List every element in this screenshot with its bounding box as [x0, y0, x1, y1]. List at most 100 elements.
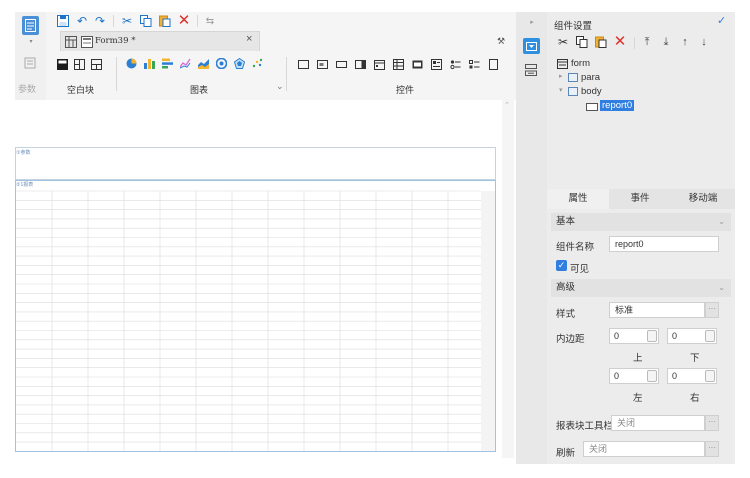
para-block-tag: ①参数: [16, 150, 31, 156]
hbar-chart-icon[interactable]: [161, 57, 174, 70]
name-input[interactable]: report0: [609, 236, 719, 252]
stepper-icon[interactable]: [705, 330, 715, 342]
param-label: 参数: [18, 84, 37, 94]
tree-form[interactable]: form: [556, 57, 636, 71]
copy-icon[interactable]: [139, 14, 153, 28]
visible-checkbox[interactable]: ✓: [556, 260, 567, 271]
paste-icon[interactable]: [594, 35, 608, 49]
widget-tree-icon[interactable]: [430, 58, 443, 70]
tree-body-label: body: [581, 86, 602, 97]
chevron-right-icon[interactable]: ▸: [527, 17, 537, 27]
padding-left-input[interactable]: 0: [609, 368, 659, 384]
area-chart-icon[interactable]: [197, 57, 210, 70]
refresh-input[interactable]: 关闭: [583, 441, 705, 457]
wrench-icon[interactable]: ⚒: [494, 34, 508, 48]
grid-layout-icon: [64, 35, 77, 48]
report-grid[interactable]: [16, 181, 495, 451]
visible-label: 可见: [570, 264, 590, 275]
padding-bottom-input[interactable]: 0: [667, 328, 717, 344]
report-toolbar-more-button[interactable]: ···: [705, 415, 719, 431]
redo-icon[interactable]: ↷: [93, 14, 107, 28]
template-icon[interactable]: [524, 63, 538, 77]
widget-combo-icon[interactable]: [354, 58, 367, 70]
expand-arrow-icon[interactable]: ▸: [559, 72, 563, 80]
tab-mobile[interactable]: 移动端: [671, 189, 735, 209]
top-label: 上: [633, 353, 643, 364]
section-advanced[interactable]: 高级 ⌄: [551, 279, 731, 297]
report-toolbar-label: 报表块工具栏: [556, 421, 614, 432]
form-node-icon: [556, 58, 568, 69]
blank-block-icon-2[interactable]: [73, 58, 86, 70]
widget-checkbox-icon[interactable]: [468, 58, 481, 70]
save-icon[interactable]: [56, 14, 70, 28]
transfer-icon[interactable]: ⇆: [203, 14, 217, 28]
tab-properties[interactable]: 属性: [547, 189, 609, 209]
padding-left-value: 0: [614, 371, 620, 381]
style-more-button[interactable]: ···: [705, 302, 719, 318]
padding-top-input[interactable]: 0: [609, 328, 659, 344]
bar-chart-icon[interactable]: [143, 57, 156, 70]
chart-dropdown-icon[interactable]: ⌄: [276, 81, 284, 92]
scatter-chart-icon[interactable]: [251, 57, 264, 70]
tab-form39[interactable]: Form39 * ×: [60, 31, 260, 51]
collapse-arrow-icon[interactable]: ▾: [559, 86, 563, 94]
pie-chart-icon[interactable]: [125, 57, 138, 70]
cut-icon[interactable]: ✂: [556, 35, 570, 49]
widget-more-icon[interactable]: [487, 58, 500, 70]
para-node-icon: [568, 73, 578, 82]
section-basic[interactable]: 基本 ⌄: [551, 213, 731, 231]
move-up-icon[interactable]: ↑: [678, 35, 692, 49]
widget-number-icon[interactable]: [411, 58, 424, 70]
chevron-down-icon[interactable]: ▾: [26, 37, 36, 45]
panel-title: 组件设置: [554, 21, 593, 32]
stepper-icon[interactable]: [647, 330, 657, 342]
stepper-icon[interactable]: [705, 370, 715, 382]
component-settings-icon[interactable]: [523, 38, 540, 54]
move-bottom-icon[interactable]: ⤓: [659, 35, 673, 49]
widget-group-label: 控件: [396, 85, 415, 95]
report-toolbar-input[interactable]: 关闭: [611, 415, 705, 431]
tree-para[interactable]: ▸ para: [556, 71, 636, 85]
body-node-icon: [568, 87, 578, 96]
tab-events[interactable]: 事件: [609, 189, 671, 209]
move-down-icon[interactable]: ↓: [697, 35, 711, 49]
tab-close-icon[interactable]: ×: [246, 33, 252, 45]
gauge-chart-icon[interactable]: [215, 57, 228, 70]
line-chart-icon[interactable]: [179, 57, 192, 70]
tree-para-label: para: [581, 72, 601, 83]
widget-textbox-icon[interactable]: [316, 58, 329, 70]
form-menu-icon[interactable]: [22, 16, 39, 35]
paste-icon[interactable]: [158, 14, 172, 28]
widget-radio-icon[interactable]: [449, 58, 462, 70]
delete-icon[interactable]: ✕: [613, 33, 627, 50]
refresh-more-button[interactable]: ···: [705, 441, 719, 457]
tab-bar: 属性 事件 移动端: [547, 189, 735, 209]
undo-icon[interactable]: ↶: [75, 14, 89, 28]
left-tool-strip: ▾ 参数: [15, 12, 46, 100]
chevron-down-icon: ⌄: [718, 283, 725, 292]
para-block[interactable]: ①参数: [15, 147, 496, 180]
widget-label-icon[interactable]: [297, 58, 310, 70]
stepper-icon[interactable]: [647, 370, 657, 382]
widget-button-icon[interactable]: [335, 58, 348, 70]
delete-icon[interactable]: ✕: [177, 12, 191, 29]
tree-report0[interactable]: report0: [586, 100, 646, 114]
form-file-icon: [80, 35, 93, 48]
padding-right-input[interactable]: 0: [667, 368, 717, 384]
report-block[interactable]: ②1报表: [15, 180, 496, 452]
radar-chart-icon[interactable]: [233, 57, 246, 70]
scroll-up-arrow[interactable]: ⌃: [504, 101, 510, 109]
param-icon[interactable]: [23, 56, 37, 69]
check-icon[interactable]: ✓: [717, 14, 726, 27]
move-top-icon[interactable]: ⤒: [640, 35, 654, 49]
vertical-scrollbar[interactable]: ⌃: [502, 100, 514, 458]
blank-block-icon-1[interactable]: [56, 58, 69, 70]
tree-body[interactable]: ▾ body: [556, 85, 636, 99]
widget-date-icon[interactable]: [373, 58, 386, 70]
widget-grid-icon[interactable]: [392, 58, 405, 70]
copy-icon[interactable]: [575, 35, 589, 49]
section-basic-label: 基本: [556, 216, 576, 227]
blank-block-icon-3[interactable]: [90, 58, 103, 70]
style-input[interactable]: 标准: [609, 302, 705, 318]
cut-icon[interactable]: ✂: [120, 14, 134, 28]
